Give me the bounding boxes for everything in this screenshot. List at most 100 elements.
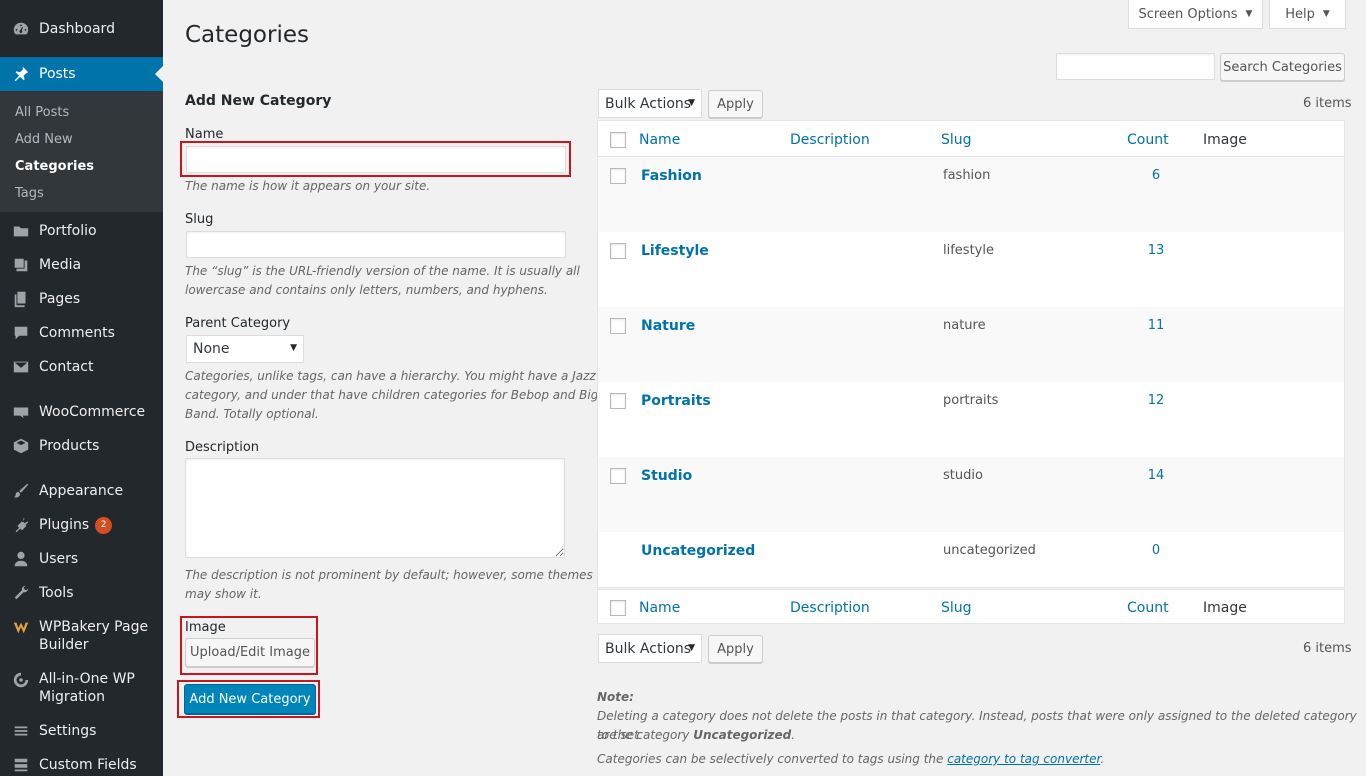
row-checkbox[interactable] bbox=[610, 168, 626, 184]
menu-products[interactable]: Products bbox=[0, 431, 163, 461]
note-line2: to the category Uncategorized. bbox=[597, 726, 795, 745]
footer-description-header[interactable]: Description bbox=[790, 600, 870, 616]
name-description: The name is how it appears on your site. bbox=[185, 179, 431, 193]
table-row: Portraits portraits 12 bbox=[598, 382, 1344, 457]
category-name-link[interactable]: Nature bbox=[641, 318, 695, 334]
category-count-link[interactable]: 11 bbox=[1136, 318, 1176, 333]
bulk-actions-label: Bulk Actions bbox=[605, 95, 692, 112]
menu-contact[interactable]: Contact bbox=[0, 352, 163, 382]
menu-portfolio[interactable]: Portfolio bbox=[0, 216, 163, 246]
footer-slug-header[interactable]: Slug bbox=[941, 600, 972, 616]
row-checkbox[interactable] bbox=[610, 393, 626, 409]
category-count-link[interactable]: 12 bbox=[1136, 393, 1176, 408]
category-name-link[interactable]: Lifestyle bbox=[641, 243, 709, 259]
menu-label: Posts bbox=[39, 66, 76, 82]
category-name-link[interactable]: Studio bbox=[641, 468, 692, 484]
parent-description-line2: category, and under that have children c… bbox=[185, 388, 599, 402]
menu-media[interactable]: Media bbox=[0, 250, 163, 280]
menu-migration[interactable]: All-in-One WP Migration bbox=[0, 670, 163, 706]
upload-image-button[interactable]: Upload/Edit Image bbox=[185, 638, 315, 667]
wrench-icon bbox=[11, 583, 31, 603]
note-title: Note: bbox=[597, 690, 634, 704]
row-checkbox[interactable] bbox=[610, 243, 626, 259]
posts-submenu: All Posts Add New Categories Tags bbox=[0, 91, 163, 212]
woo-icon bbox=[11, 402, 31, 422]
menu-woocommerce[interactable]: WooCommerce bbox=[0, 397, 163, 427]
menu-label: Appearance bbox=[39, 483, 124, 499]
caret-down-icon: ▼ bbox=[1245, 9, 1253, 19]
category-count-link[interactable]: 14 bbox=[1136, 468, 1176, 483]
row-checkbox[interactable] bbox=[610, 468, 626, 484]
menu-tools[interactable]: Tools bbox=[0, 578, 163, 608]
footer-name-header[interactable]: Name bbox=[639, 600, 680, 616]
menu-comments[interactable]: Comments bbox=[0, 318, 163, 348]
column-image-header: Image bbox=[1203, 132, 1247, 148]
table-row: Studio studio 14 bbox=[598, 457, 1344, 532]
description-textarea[interactable] bbox=[185, 458, 565, 558]
apply-button-bottom[interactable]: Apply bbox=[708, 635, 763, 663]
pages-icon bbox=[11, 289, 31, 309]
menu-users[interactable]: Users bbox=[0, 544, 163, 574]
mail-icon bbox=[11, 357, 31, 377]
note-line3: Categories can be selectively converted … bbox=[597, 750, 1104, 769]
table-row: Nature nature 11 bbox=[598, 307, 1344, 382]
category-count-link[interactable]: 6 bbox=[1136, 168, 1176, 183]
apply-button-top[interactable]: Apply bbox=[708, 90, 763, 118]
screen-options-label: Screen Options bbox=[1138, 6, 1238, 22]
row-checkbox[interactable] bbox=[610, 318, 626, 334]
category-count-link[interactable]: 13 bbox=[1136, 243, 1176, 258]
settings-icon bbox=[11, 721, 31, 741]
image-label: Image bbox=[185, 620, 226, 635]
category-slug: uncategorized bbox=[943, 543, 1036, 558]
help-button[interactable]: Help ▼ bbox=[1269, 0, 1346, 29]
select-all-checkbox[interactable] bbox=[610, 132, 626, 148]
menu-pages[interactable]: Pages bbox=[0, 284, 163, 314]
dropdown-arrow-icon: ▼ bbox=[290, 343, 297, 353]
select-all-checkbox-footer[interactable] bbox=[610, 600, 626, 616]
category-name-link[interactable]: Uncategorized bbox=[641, 543, 755, 559]
page-title: Categories bbox=[185, 22, 309, 48]
column-description-header[interactable]: Description bbox=[790, 132, 870, 148]
column-slug-header[interactable]: Slug bbox=[941, 132, 972, 148]
slug-description-line1: The “slug” is the URL-friendly version o… bbox=[185, 264, 580, 278]
submenu-all-posts[interactable]: All Posts bbox=[15, 105, 69, 120]
description-help-line2: may show it. bbox=[185, 587, 262, 601]
category-tag-converter-link[interactable]: category to tag converter bbox=[947, 752, 1100, 766]
menu-dashboard[interactable]: Dashboard bbox=[0, 14, 163, 44]
form-heading: Add New Category bbox=[185, 93, 332, 109]
column-name-header[interactable]: Name bbox=[639, 132, 680, 148]
search-categories-button[interactable]: Search Categories bbox=[1220, 53, 1345, 81]
dropdown-arrow-icon: ▼ bbox=[688, 97, 695, 108]
submenu-categories[interactable]: Categories bbox=[15, 159, 94, 174]
menu-appearance[interactable]: Appearance bbox=[0, 476, 163, 506]
menu-plugins[interactable]: Plugins 2 bbox=[0, 510, 163, 540]
parent-category-select[interactable]: None ▼ bbox=[186, 335, 304, 363]
menu-label: WPBakery Page Builder bbox=[39, 619, 149, 653]
comment-icon bbox=[11, 323, 31, 343]
brush-icon bbox=[11, 481, 31, 501]
add-new-category-button[interactable]: Add New Category bbox=[184, 684, 316, 714]
slug-input[interactable] bbox=[186, 231, 566, 258]
column-count-header[interactable]: Count bbox=[1127, 132, 1169, 148]
menu-wpbakery[interactable]: WPBakery Page Builder bbox=[0, 618, 163, 654]
category-slug: studio bbox=[943, 468, 983, 483]
parent-label: Parent Category bbox=[185, 316, 291, 331]
items-count-bottom: 6 items bbox=[1303, 641, 1352, 656]
category-name-link[interactable]: Fashion bbox=[641, 168, 702, 184]
category-name-link[interactable]: Portraits bbox=[641, 393, 711, 409]
search-categories-input[interactable] bbox=[1056, 53, 1215, 80]
bulk-actions-select-bottom[interactable]: Bulk Actions ▼ bbox=[598, 634, 702, 663]
submenu-tags[interactable]: Tags bbox=[15, 186, 44, 201]
footer-image-header: Image bbox=[1203, 600, 1247, 616]
bulk-actions-select-top[interactable]: Bulk Actions ▼ bbox=[598, 89, 702, 118]
plug-icon bbox=[11, 515, 31, 535]
menu-label: Media bbox=[39, 257, 82, 273]
menu-settings[interactable]: Settings bbox=[0, 716, 163, 746]
category-count-link[interactable]: 0 bbox=[1136, 543, 1176, 558]
parent-description-line1: Categories, unlike tags, can have a hier… bbox=[185, 369, 596, 383]
submenu-add-new[interactable]: Add New bbox=[15, 132, 73, 147]
footer-count-header[interactable]: Count bbox=[1127, 600, 1169, 616]
menu-posts[interactable]: Posts bbox=[0, 57, 163, 91]
menu-custom-fields[interactable]: Custom Fields bbox=[0, 750, 163, 776]
screen-options-button[interactable]: Screen Options ▼ bbox=[1128, 0, 1263, 29]
